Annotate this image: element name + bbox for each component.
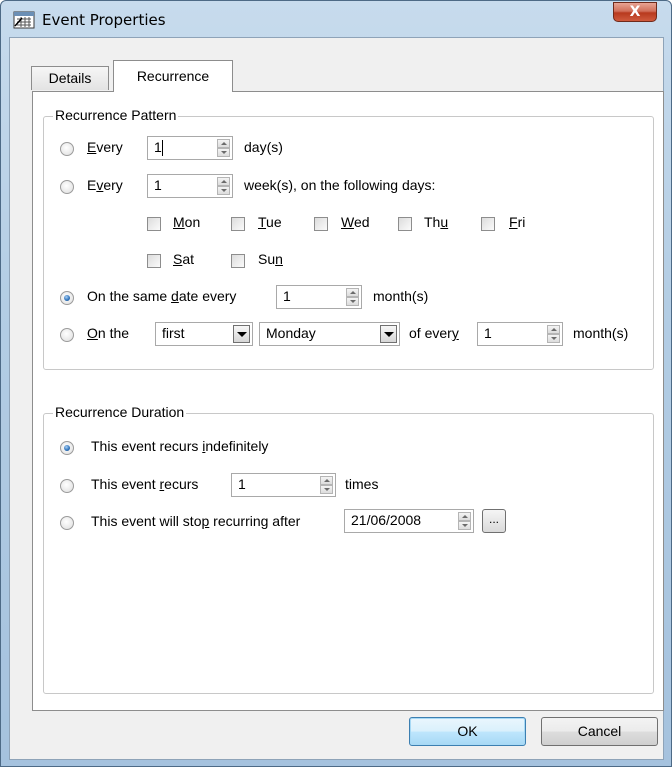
tab-details-label: Details	[48, 70, 92, 86]
day-interval-stepper[interactable]: 1	[147, 136, 233, 160]
stop-after-label: This event will stop recurring after	[91, 513, 301, 529]
day-interval-value: 1	[154, 139, 162, 155]
day-unit-label: day(s)	[244, 139, 283, 155]
checkbox-thu[interactable]	[398, 217, 412, 231]
month-date-interval-stepper[interactable]: 1	[276, 285, 362, 309]
ordinal-select[interactable]: first	[155, 322, 253, 346]
calendar-app-icon	[13, 11, 35, 29]
week-unit-label: week(s), on the following days:	[244, 177, 436, 193]
end-date-down-icon[interactable]	[458, 521, 471, 530]
month-day-up-icon[interactable]	[547, 325, 560, 334]
ordinal-value: first	[162, 325, 185, 341]
radio-recurs-times[interactable]	[60, 479, 74, 493]
month-date-down-icon[interactable]	[346, 297, 359, 306]
thu-label: Thu	[424, 214, 449, 230]
recurs-indefinitely-label: This event recurs indefinitely	[91, 438, 269, 454]
checkbox-wed[interactable]	[314, 217, 328, 231]
every-week-label: Every	[87, 177, 123, 193]
occurrence-count-stepper[interactable]: 1	[231, 473, 336, 497]
tab-details[interactable]: Details	[31, 66, 109, 90]
checkbox-sun[interactable]	[231, 254, 245, 268]
wed-label: Wed	[341, 214, 370, 230]
month-date-unit-label: month(s)	[373, 288, 429, 304]
weekday-value: Monday	[266, 325, 316, 341]
checkbox-fri[interactable]	[481, 217, 495, 231]
tue-label: Tue	[258, 214, 282, 230]
week-interval-down-icon[interactable]	[217, 186, 230, 195]
month-date-interval-value: 1	[283, 288, 291, 304]
month-date-up-icon[interactable]	[346, 288, 359, 297]
week-interval-stepper[interactable]: 1	[147, 174, 233, 198]
radio-stop-after-date[interactable]	[60, 516, 74, 530]
sat-label: Sat	[173, 251, 195, 267]
occurrence-down-icon[interactable]	[320, 485, 333, 494]
ok-button[interactable]: OK	[409, 717, 526, 746]
recurs-times-label: This event recurs	[91, 476, 199, 492]
date-picker-button[interactable]: ...	[482, 509, 506, 533]
end-date-value: 21/06/2008	[351, 512, 422, 528]
window-title: Event Properties	[42, 11, 166, 29]
radio-on-the-weekday[interactable]	[60, 328, 74, 342]
fri-label: Fri	[509, 214, 526, 230]
end-date-up-icon[interactable]	[458, 512, 471, 521]
mon-label: Mon	[173, 214, 201, 230]
end-date-field[interactable]: 21/06/2008	[344, 509, 474, 533]
sun-label: Sun	[258, 251, 283, 267]
recurrence-duration-group	[43, 413, 654, 694]
weekday-dropdown-arrow-icon[interactable]	[380, 325, 397, 343]
of-every-label: of every	[409, 325, 459, 341]
radio-every-day[interactable]	[60, 142, 74, 156]
times-unit-label: times	[345, 476, 379, 492]
recurrence-duration-legend: Recurrence Duration	[53, 404, 187, 420]
weekday-select[interactable]: Monday	[259, 322, 400, 346]
tab-recurrence[interactable]: Recurrence	[113, 60, 233, 92]
close-button[interactable]: X	[613, 2, 657, 22]
occurrence-count-value: 1	[238, 476, 246, 492]
cancel-button[interactable]: Cancel	[541, 717, 658, 746]
radio-same-date-every[interactable]	[60, 291, 74, 305]
week-interval-up-icon[interactable]	[217, 177, 230, 186]
every-day-label: Every	[87, 139, 123, 155]
week-interval-value: 1	[154, 177, 162, 193]
month-day-interval-stepper[interactable]: 1	[477, 322, 563, 346]
title-bar[interactable]: Event Properties X	[1, 1, 671, 37]
day-interval-down-icon[interactable]	[217, 148, 230, 157]
same-date-label: On the same date every	[87, 288, 237, 304]
month-day-down-icon[interactable]	[547, 334, 560, 343]
text-caret	[162, 140, 163, 156]
month-day-unit-label: month(s)	[573, 325, 629, 341]
recurrence-pattern-legend: Recurrence Pattern	[53, 107, 179, 123]
ordinal-dropdown-arrow-icon[interactable]	[233, 325, 250, 343]
checkbox-mon[interactable]	[147, 217, 161, 231]
on-the-label: On the	[87, 325, 130, 341]
month-day-interval-value: 1	[484, 325, 492, 341]
checkbox-sat[interactable]	[147, 254, 161, 268]
day-interval-up-icon[interactable]	[217, 139, 230, 148]
close-icon: X	[629, 4, 641, 20]
checkbox-tue[interactable]	[231, 217, 245, 231]
radio-recurs-indefinitely[interactable]	[60, 441, 74, 455]
tab-recurrence-label: Recurrence	[136, 68, 210, 84]
occurrence-up-icon[interactable]	[320, 476, 333, 485]
radio-every-week[interactable]	[60, 180, 74, 194]
